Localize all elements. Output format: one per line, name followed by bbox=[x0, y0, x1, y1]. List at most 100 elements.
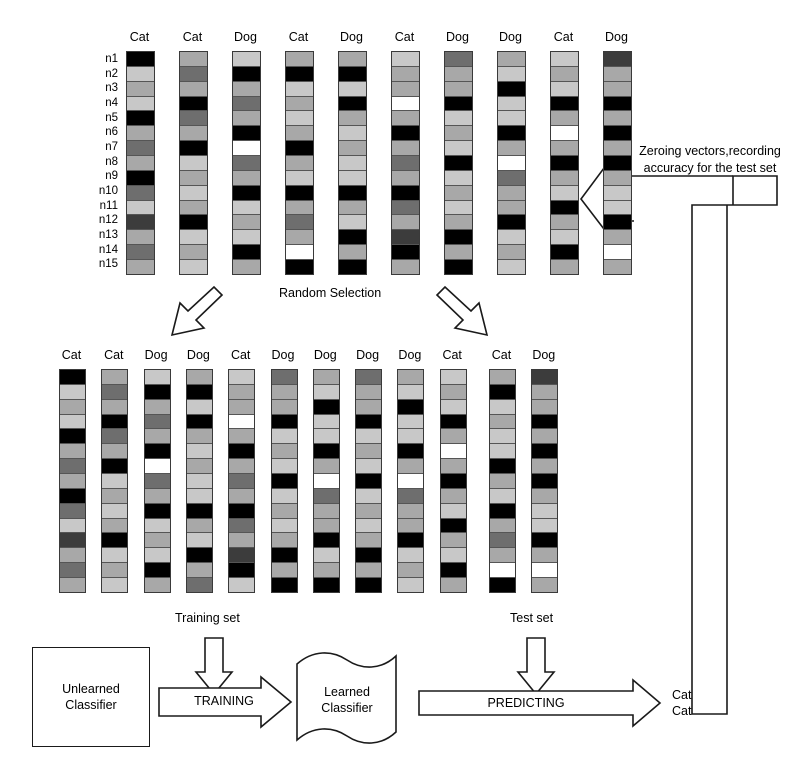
row-label-n13: n13 bbox=[98, 229, 118, 241]
feature-vector[interactable] bbox=[397, 369, 425, 593]
feature-vector[interactable] bbox=[126, 51, 155, 275]
feature-cell bbox=[60, 474, 85, 489]
feature-cell bbox=[490, 533, 515, 549]
feature-cell bbox=[445, 200, 472, 216]
feature-cell bbox=[102, 459, 128, 475]
feature-vector[interactable] bbox=[285, 51, 314, 275]
vector-class-label: Cat bbox=[394, 30, 415, 44]
feature-cell bbox=[532, 548, 558, 564]
feature-cell bbox=[356, 370, 382, 385]
feature-cell bbox=[498, 230, 525, 246]
vector-class-label: Cat bbox=[61, 348, 82, 362]
feature-cell bbox=[392, 66, 419, 82]
feature-vector[interactable] bbox=[439, 369, 467, 593]
feature-cell bbox=[229, 444, 255, 460]
feature-cell bbox=[313, 370, 339, 385]
feature-cell bbox=[60, 503, 85, 519]
feature-cell bbox=[498, 111, 525, 127]
feature-cell bbox=[102, 578, 128, 592]
feature-cell bbox=[532, 533, 558, 549]
feature-vector[interactable] bbox=[497, 51, 526, 275]
feature-vector[interactable] bbox=[185, 369, 213, 593]
feature-cell bbox=[180, 170, 207, 186]
row-label-n1: n1 bbox=[105, 53, 118, 65]
feature-vector[interactable] bbox=[312, 369, 340, 593]
feature-cell bbox=[339, 170, 366, 186]
feature-cell bbox=[551, 81, 578, 97]
feature-cell bbox=[532, 384, 558, 400]
feature-cell bbox=[490, 578, 515, 592]
feature-cell bbox=[490, 503, 515, 519]
feature-cell bbox=[398, 474, 424, 489]
feature-vector[interactable] bbox=[101, 369, 129, 593]
vector-class-label: Dog bbox=[398, 348, 422, 362]
feature-cell bbox=[271, 518, 297, 534]
feature-cell bbox=[102, 370, 128, 385]
feature-cell bbox=[127, 126, 154, 142]
diagram-canvas: n1 n2 n3 n4 n5 n6 n7 n8 n9 n10 n11 n12 n… bbox=[0, 0, 808, 772]
feature-vector[interactable] bbox=[391, 51, 420, 275]
feature-cell bbox=[186, 414, 212, 430]
feature-cell bbox=[186, 384, 212, 400]
feature-cell bbox=[339, 185, 366, 201]
feature-cell bbox=[604, 245, 631, 261]
vector-class-label: Cat bbox=[104, 348, 124, 362]
feature-cell bbox=[102, 533, 128, 549]
feature-vector[interactable] bbox=[531, 369, 559, 593]
feature-cell bbox=[445, 260, 472, 274]
feature-cell bbox=[498, 81, 525, 97]
row-label-n2: n2 bbox=[105, 68, 118, 80]
feature-cell bbox=[313, 414, 339, 430]
random-selection-label: Random Selection bbox=[279, 286, 382, 300]
feature-cell bbox=[490, 429, 515, 445]
predicting-arrow-label: PREDICTING bbox=[487, 696, 565, 710]
feature-cell bbox=[233, 185, 260, 201]
unlearned-classifier-box[interactable]: Unlearned Classifier bbox=[32, 647, 150, 747]
feature-vector[interactable] bbox=[489, 369, 516, 593]
feature-cell bbox=[532, 444, 558, 460]
feature-cell bbox=[339, 156, 366, 171]
feature-vector[interactable] bbox=[179, 51, 208, 275]
vector-class-label: Cat bbox=[491, 348, 512, 362]
feature-cell bbox=[313, 518, 339, 534]
feature-vector[interactable] bbox=[550, 51, 579, 275]
feature-cell bbox=[356, 459, 382, 475]
feature-cell bbox=[233, 170, 260, 186]
feature-cell bbox=[186, 429, 212, 445]
feature-cell bbox=[271, 474, 297, 489]
feature-vector[interactable] bbox=[444, 51, 473, 275]
feature-vector[interactable] bbox=[338, 51, 367, 275]
feature-cell bbox=[551, 185, 578, 201]
feature-cell bbox=[551, 126, 578, 142]
feature-cell bbox=[440, 429, 466, 445]
feature-cell bbox=[233, 111, 260, 127]
feature-cell bbox=[356, 518, 382, 534]
feature-vector[interactable] bbox=[355, 369, 383, 593]
feature-cell bbox=[604, 126, 631, 142]
feature-cell bbox=[102, 474, 128, 489]
feature-cell bbox=[127, 185, 154, 201]
feature-cell bbox=[604, 96, 631, 112]
feature-cell bbox=[271, 444, 297, 460]
feature-vector[interactable] bbox=[270, 369, 298, 593]
feature-cell bbox=[392, 215, 419, 231]
random-selection-arrow-left bbox=[170, 285, 224, 337]
feature-cell bbox=[60, 384, 85, 400]
feature-cell bbox=[180, 111, 207, 127]
feature-cell bbox=[339, 81, 366, 97]
feature-cell bbox=[286, 156, 313, 171]
feature-cell bbox=[440, 578, 466, 592]
feature-vector[interactable] bbox=[59, 369, 86, 593]
vector-class-label: Dog bbox=[186, 348, 210, 362]
test-set-down-arrow bbox=[516, 637, 556, 696]
feature-cell bbox=[286, 141, 313, 157]
vector-class-label: Dog bbox=[340, 30, 363, 44]
feature-cell bbox=[186, 444, 212, 460]
feature-vector[interactable] bbox=[228, 369, 256, 593]
feature-cell bbox=[532, 399, 558, 415]
feature-cell bbox=[60, 414, 85, 430]
feature-vector[interactable] bbox=[232, 51, 261, 275]
feature-cell bbox=[233, 126, 260, 142]
feature-vector[interactable] bbox=[143, 369, 171, 593]
feature-cell bbox=[551, 111, 578, 127]
